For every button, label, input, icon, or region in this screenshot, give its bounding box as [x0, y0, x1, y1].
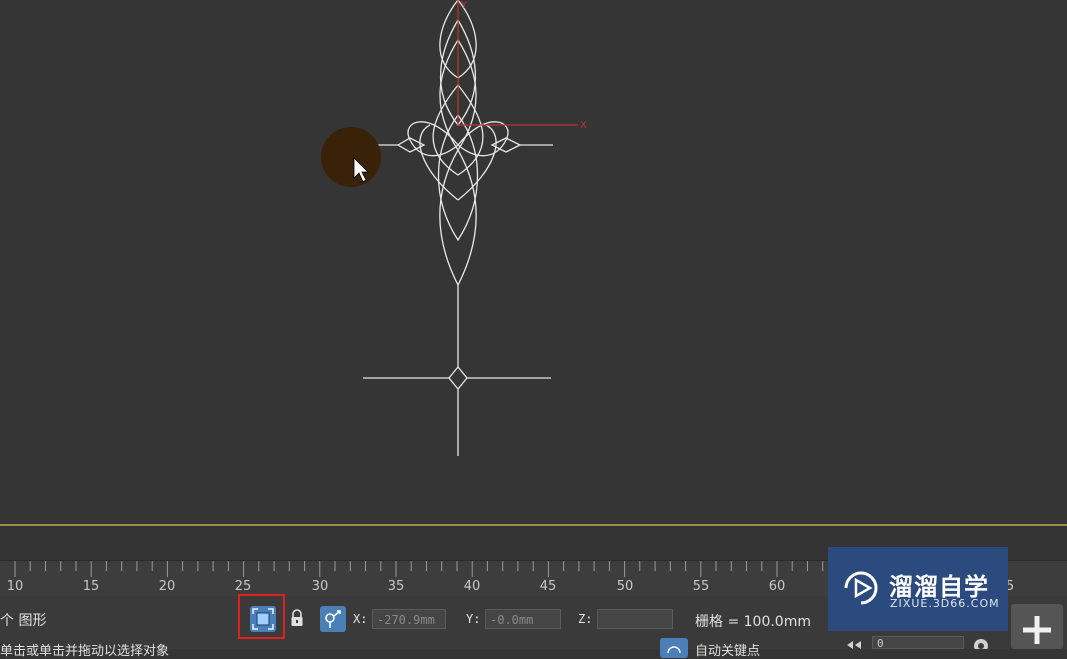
axis-y-label: Y — [460, 0, 468, 11]
tick-label: 25 — [234, 579, 252, 594]
add-button[interactable] — [1011, 604, 1063, 649]
prompt-text: 单击或单击并拖动以选择对象 — [0, 644, 170, 659]
viewport-canvas[interactable]: X Y — [0, 0, 1067, 524]
tick-label: 20 — [158, 579, 176, 594]
tick-label: 50 — [616, 579, 634, 594]
tick-label: 55 — [692, 579, 710, 594]
tick-label: 10 — [6, 579, 24, 594]
transform-mode-toggle-button[interactable] — [320, 606, 346, 632]
tick-label: 15 — [82, 579, 100, 594]
tick-label: 35 — [387, 579, 405, 594]
y-coord-label: Y: — [466, 612, 481, 626]
time-config-icon[interactable] — [972, 636, 992, 649]
z-coord-label: Z: — [578, 612, 593, 626]
z-coord-field[interactable] — [597, 609, 673, 629]
x-coord-label: X: — [353, 612, 368, 626]
cursor-halo — [321, 127, 381, 187]
frame-spinner[interactable]: 0 — [872, 636, 964, 650]
y-coord-field[interactable]: -0.0mm — [485, 609, 561, 629]
x-coord-field[interactable]: -270.9mm — [372, 609, 446, 629]
viewport[interactable]: X Y — [0, 0, 1067, 524]
tick-label: 60 — [768, 579, 786, 594]
watermark-badge: 溜溜自学 ZIXUE.3D66.COM — [828, 547, 1008, 631]
axis-x-label: X — [580, 120, 587, 131]
plus-icon — [1023, 616, 1051, 644]
lock-icon[interactable] — [289, 608, 305, 628]
watermark-url: ZIXUE.3D66.COM — [890, 597, 1000, 610]
transform-type-in-icon — [325, 610, 341, 628]
tick-label: 45 — [539, 579, 557, 594]
play-logo-icon — [844, 571, 878, 605]
tick-label: 30 — [311, 579, 329, 594]
grid-size-text: 栅格 = 100.0mm — [695, 614, 811, 630]
transform-gizmo[interactable]: X Y — [457, 0, 587, 131]
tick-label: 40 — [463, 579, 481, 594]
key-icon — [667, 646, 681, 654]
auto-key-button[interactable] — [660, 638, 688, 658]
auto-key-label: 自动关键点 — [695, 644, 761, 659]
prev-frame-icon[interactable] — [845, 640, 863, 649]
selection-count-text: 个 图形 — [0, 613, 47, 629]
highlight-box — [238, 594, 285, 639]
